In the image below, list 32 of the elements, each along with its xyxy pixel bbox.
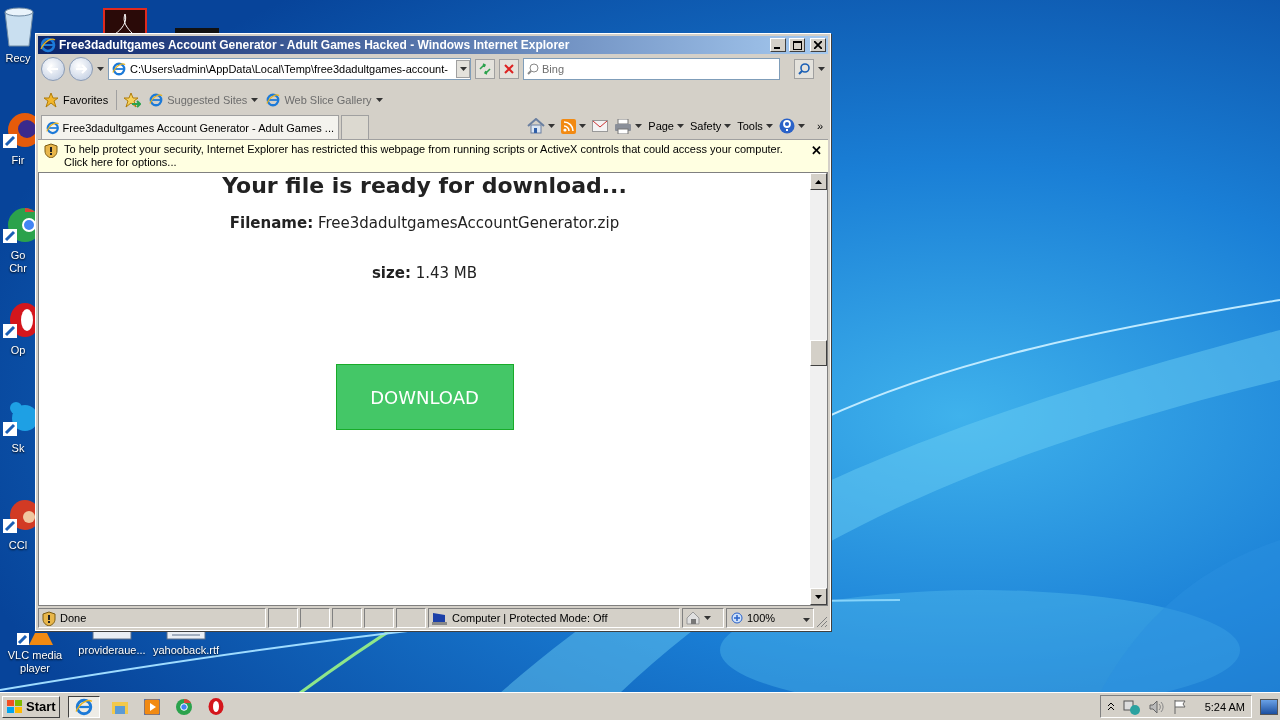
information-bar[interactable]: To help protect your security, Internet Explorer has restricted this webpage from running scripts or ActiveX controls that could access your computer. Click here for options... ✕ bbox=[38, 139, 828, 172]
desktop-icon-label[interactable]: Recy bbox=[5, 52, 31, 65]
favorites-bar-link[interactable]: Suggested Sites bbox=[147, 91, 261, 109]
command-button[interactable]: Tools bbox=[735, 120, 775, 132]
close-button[interactable]: ✕ bbox=[811, 143, 822, 158]
page-heading: Your file is ready for download... bbox=[222, 173, 627, 198]
information-bar-message[interactable]: To help protect your security, Internet Explorer has restricted this webpage from running scripts or ActiveX controls that could access your computer. Click here for options... bbox=[64, 143, 805, 169]
size-text: size: 1.43 MB bbox=[371, 264, 478, 282]
command-button[interactable]: » bbox=[814, 120, 825, 132]
search-field[interactable]: Bing bbox=[542, 61, 779, 77]
desktop-icon-label[interactable]: Go Chr bbox=[1, 249, 35, 275]
favorites-button[interactable]: Favorites bbox=[41, 90, 118, 110]
window-title: Free3dadultgames Account Generator - Adult Games Hacked - Windows Internet Explorer bbox=[59, 38, 571, 52]
status-text: Done bbox=[60, 612, 87, 624]
desktop-icon-label[interactable]: provideraue... bbox=[78, 644, 146, 657]
security-zone-text: Computer | Protected Mode: Off bbox=[452, 612, 608, 624]
desktop-icon-label[interactable]: Op bbox=[10, 344, 26, 357]
desktop-icon-label[interactable]: Sk bbox=[11, 442, 25, 455]
address-field[interactable]: C:\Users\admin\AppData\Local\Temp\free3dadultgames-account- bbox=[108, 58, 471, 80]
desktop-icon-label[interactable]: VLC media player bbox=[0, 649, 70, 675]
filename-text: Filename: Free3dadultgamesAccountGenerator.zip bbox=[229, 214, 620, 232]
desktop-icon-label[interactable]: CCl bbox=[8, 539, 28, 552]
command-button[interactable]: Page bbox=[646, 120, 686, 132]
start-button[interactable]: Start bbox=[2, 695, 60, 718]
desktop-icon-label[interactable]: Fir bbox=[11, 154, 25, 167]
browser-tab[interactable]: Free3dadultgames Account Generator - Adult Games ... bbox=[41, 115, 339, 139]
desktop-icon-label[interactable]: yahooback.rtf bbox=[152, 644, 219, 657]
zoom-level[interactable]: 100% bbox=[747, 612, 776, 624]
command-button[interactable]: Safety bbox=[688, 120, 734, 132]
search-box[interactable]: Bing bbox=[523, 58, 780, 80]
favorites-bar-link[interactable]: Web Slice Gallery bbox=[264, 91, 385, 109]
clock[interactable]: 5:24 AM bbox=[1204, 700, 1245, 713]
